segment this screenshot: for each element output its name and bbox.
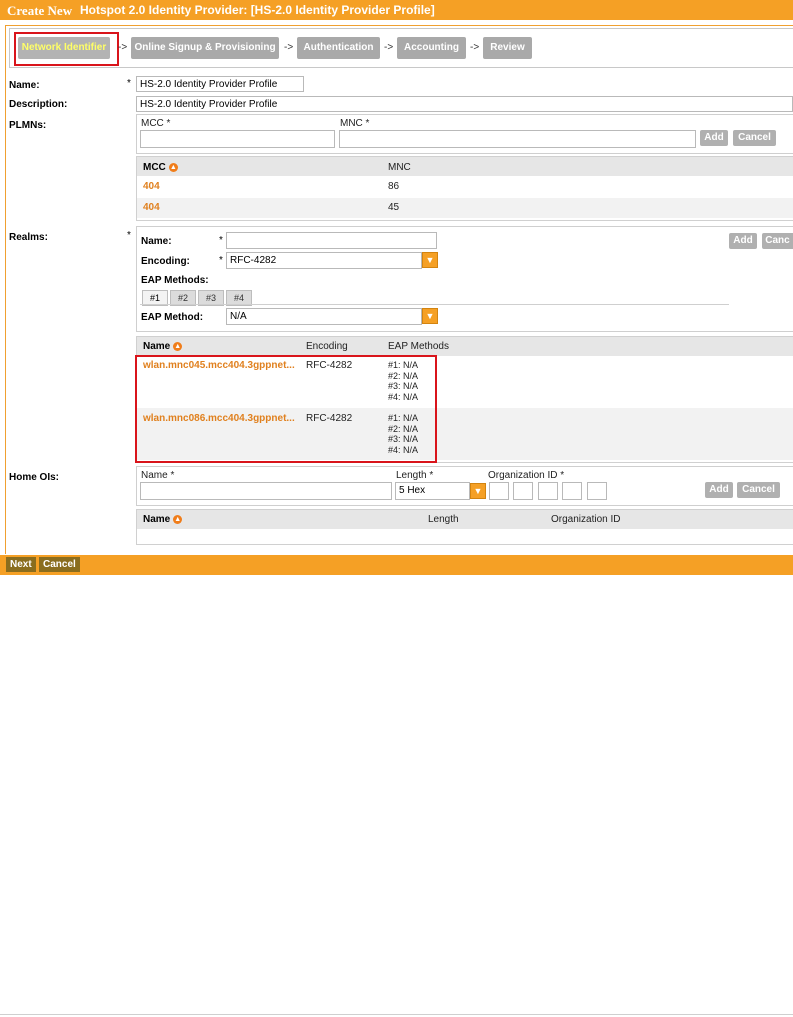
- column-header-eap-methods[interactable]: EAP Methods: [388, 341, 449, 352]
- footer-bar: [0, 555, 793, 575]
- sort-up-icon: ▲: [173, 514, 183, 524]
- description-label: Description:: [9, 99, 68, 110]
- plmn-cancel-button[interactable]: Cancel: [733, 130, 776, 146]
- realm-name-label: Name:: [141, 236, 172, 247]
- page-title: Hotspot 2.0 Identity Provider: [HS-2.0 I…: [80, 3, 435, 17]
- org-id-input-2[interactable]: [513, 482, 533, 500]
- wizard-arrow: ->: [284, 42, 294, 53]
- page-bottom-rule: [0, 1014, 793, 1015]
- cancel-button[interactable]: Cancel: [39, 557, 80, 572]
- wizard-arrow: ->: [118, 42, 128, 53]
- table-header: [137, 157, 793, 176]
- oi-name-field-label: Name *: [141, 470, 175, 481]
- name-label: Name:: [9, 80, 40, 91]
- org-id-field-label: Organization ID *: [488, 470, 565, 481]
- column-header-encoding[interactable]: Encoding: [306, 341, 348, 352]
- plmn-row-mnc: 45: [388, 202, 400, 213]
- table-header: [137, 337, 793, 356]
- mcc-field-label: MCC *: [141, 118, 171, 129]
- column-header-organization-id[interactable]: Organization ID: [551, 514, 620, 525]
- realm-add-button[interactable]: Add: [729, 233, 757, 249]
- highlight-box-step: [14, 32, 119, 66]
- wizard-step-authentication[interactable]: Authentication: [297, 37, 380, 59]
- eap-method-select[interactable]: N/A: [226, 308, 422, 325]
- required-mark: *: [219, 235, 223, 246]
- plmn-row-mnc: 86: [388, 181, 400, 192]
- wizard-step-accounting[interactable]: Accounting: [397, 37, 466, 59]
- sort-up-icon: ▲: [168, 162, 178, 172]
- column-header-mnc[interactable]: MNC: [388, 162, 411, 173]
- wizard-step-review[interactable]: Review: [483, 37, 532, 59]
- encoding-select[interactable]: RFC-4282: [226, 252, 422, 269]
- next-button[interactable]: Next: [6, 557, 36, 572]
- wizard-arrow: ->: [384, 42, 394, 53]
- table-header: [137, 510, 793, 529]
- plmns-label: PLMNs:: [9, 120, 47, 131]
- oi-cancel-button[interactable]: Cancel: [737, 482, 780, 498]
- mnc-field-label: MNC *: [340, 118, 370, 129]
- length-field-label: Length *: [396, 470, 434, 481]
- highlight-box-realms: [135, 355, 437, 463]
- column-header-length[interactable]: Length: [428, 514, 459, 525]
- wizard-arrow: ->: [470, 42, 480, 53]
- wizard-step-online-signup[interactable]: Online Signup & Provisioning: [131, 37, 279, 59]
- column-header-name[interactable]: Name ▲: [143, 341, 183, 352]
- title-bar: Create New Hotspot 2.0 Identity Provider…: [0, 0, 793, 20]
- realm-cancel-button[interactable]: Canc: [762, 233, 793, 249]
- description-input[interactable]: HS-2.0 Identity Provider Profile: [136, 96, 793, 112]
- chevron-down-icon[interactable]: ▼: [422, 252, 438, 268]
- oi-add-button[interactable]: Add: [705, 482, 733, 498]
- org-id-input-4[interactable]: [562, 482, 582, 500]
- required-mark: *: [219, 255, 223, 266]
- chevron-down-icon[interactable]: ▼: [422, 308, 438, 324]
- plmn-row-mcc[interactable]: 404: [143, 181, 160, 192]
- plmn-row-mcc[interactable]: 404: [143, 202, 160, 213]
- home-ois-label: Home OIs:: [9, 472, 60, 483]
- org-id-input-5[interactable]: [587, 482, 607, 500]
- encoding-label: Encoding:: [141, 256, 190, 267]
- eap-method-label: EAP Method:: [141, 312, 204, 323]
- length-select[interactable]: 5 Hex: [395, 482, 470, 500]
- eap-methods-label: EAP Methods:: [141, 275, 209, 286]
- divider: [140, 304, 729, 305]
- column-header-mcc[interactable]: MCC ▲: [143, 162, 178, 173]
- realms-label: Realms:: [9, 232, 48, 243]
- realm-name-input[interactable]: [226, 232, 437, 249]
- chevron-down-icon[interactable]: ▼: [470, 483, 486, 499]
- required-mark: *: [127, 78, 131, 89]
- sort-up-icon: ▲: [173, 341, 183, 351]
- column-header-name[interactable]: Name ▲: [143, 514, 183, 525]
- org-id-input-1[interactable]: [489, 482, 509, 500]
- mnc-input[interactable]: [339, 130, 696, 148]
- title-prefix: Create New: [7, 3, 73, 18]
- required-mark: *: [127, 230, 131, 241]
- name-input[interactable]: HS-2.0 Identity Provider Profile: [136, 76, 304, 92]
- mcc-input[interactable]: [140, 130, 335, 148]
- org-id-input-3[interactable]: [538, 482, 558, 500]
- oi-name-input[interactable]: [140, 482, 392, 500]
- table-row: [137, 198, 793, 218]
- plmn-add-button[interactable]: Add: [700, 130, 728, 146]
